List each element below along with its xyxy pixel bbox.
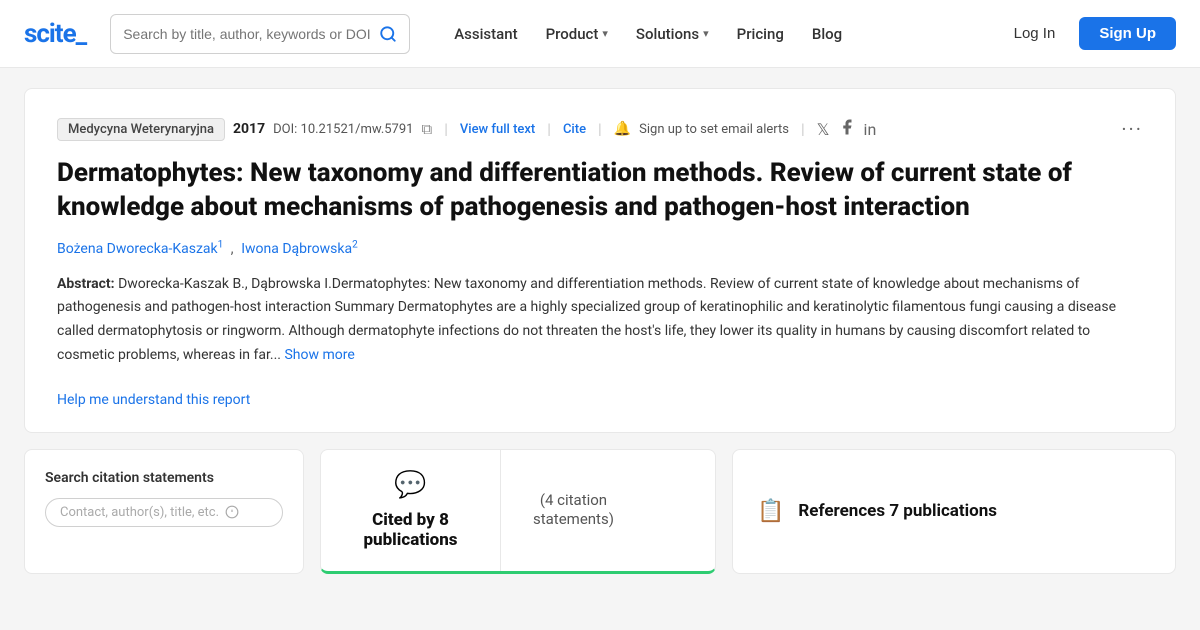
logo[interactable]: scite_ [24,19,86,49]
document-icon: 📋 [757,499,784,524]
main-content: Medycyna Weterynaryjna 2017 DOI: 10.2152… [0,68,1200,594]
statement-count: (4 citation statements) [533,491,614,530]
login-button[interactable]: Log In [998,18,1072,49]
nav-item-solutions[interactable]: Solutions ▾ [624,19,721,49]
paper-title: Dermatophytes: New taxonomy and differen… [57,157,1143,225]
help-link[interactable]: Help me understand this report [57,392,250,408]
nav-links: Assistant Product ▾ Solutions ▾ Pricing … [442,19,989,49]
panel-search: Search citation statements Contact, auth… [24,449,304,574]
refs-label: References 7 publications [798,501,997,521]
search-citations-title: Search citation statements [45,470,283,486]
nav-label-assistant: Assistant [454,25,517,43]
nav-label-solutions: Solutions [636,25,699,43]
nav-right: Log In Sign Up [998,17,1176,50]
panel-refs[interactable]: 📋 References 7 publications [732,449,1176,574]
more-options-button[interactable]: ··· [1121,117,1143,141]
chat-icon: 💬 [394,470,426,500]
author-name-2: Iwona Dąbrowska [241,241,352,257]
nav-label-product: Product [546,25,599,43]
linkedin-icon[interactable]: in [864,120,877,139]
nav-item-product[interactable]: Product ▾ [534,19,620,49]
nav-label-pricing: Pricing [737,25,784,43]
paper-meta: Medycyna Weterynaryjna 2017 DOI: 10.2152… [57,117,1143,141]
cited-statements: (4 citation statements) [501,450,646,571]
signup-button[interactable]: Sign Up [1079,17,1176,50]
navbar: scite_ Assistant Product ▾ Solutions ▾ P… [0,0,1200,68]
paper-year: 2017 [233,121,265,137]
facebook-icon[interactable] [838,118,856,140]
cited-main: 💬 Cited by 8publications [321,450,501,571]
nav-label-blog: Blog [812,25,842,43]
author-link-2[interactable]: Iwona Dąbrowska2 [241,241,357,257]
author-sup-1: 1 [218,239,224,250]
copy-icon[interactable]: ⧉ [421,120,432,138]
paper-card: Medycyna Weterynaryjna 2017 DOI: 10.2152… [24,88,1176,433]
cite-link[interactable]: Cite [563,122,586,137]
alert-text: Sign up to set email alerts [639,122,789,137]
nav-item-blog[interactable]: Blog [800,19,854,49]
citation-search-placeholder: Contact, author(s), title, etc. [60,505,219,520]
chevron-down-icon: ▾ [703,27,709,40]
search-icon [379,25,397,43]
nav-item-pricing[interactable]: Pricing [725,19,796,49]
bell-icon: 🔔 [614,121,631,137]
author-name-1: Bożena Dworecka-Kaszak [57,241,218,257]
author-link-1[interactable]: Bożena Dworecka-Kaszak1 [57,241,227,257]
search-bar[interactable] [110,14,410,54]
info-icon [225,505,239,519]
cited-label: Cited by 8publications [363,510,457,551]
chevron-down-icon: ▾ [602,27,608,40]
author-sup-2: 2 [352,239,358,250]
paper-doi: DOI: 10.21521/mw.5791 [273,122,413,137]
bottom-panels: Search citation statements Contact, auth… [24,449,1176,574]
abstract-body: Dworecka-Kaszak B., Dąbrowska I.Dermatop… [57,276,1116,363]
panel-cited[interactable]: 💬 Cited by 8publications (4 citation sta… [320,449,716,574]
view-full-text-link[interactable]: View full text [460,122,535,137]
paper-authors: Bożena Dworecka-Kaszak1 , Iwona Dąbrowsk… [57,239,1143,257]
twitter-icon[interactable]: 𝕏 [817,120,830,139]
nav-item-assistant[interactable]: Assistant [442,19,529,49]
search-input[interactable] [123,26,373,42]
abstract-label: Abstract: [57,276,115,292]
citation-search-input[interactable]: Contact, author(s), title, etc. [45,498,283,527]
show-more-link[interactable]: Show more [284,347,354,363]
abstract-text: Abstract: Dworecka-Kaszak B., Dąbrowska … [57,273,1143,368]
social-icons: 𝕏 in [817,118,877,140]
logo-text: scite_ [24,19,86,49]
journal-badge: Medycyna Weterynaryjna [57,118,225,141]
